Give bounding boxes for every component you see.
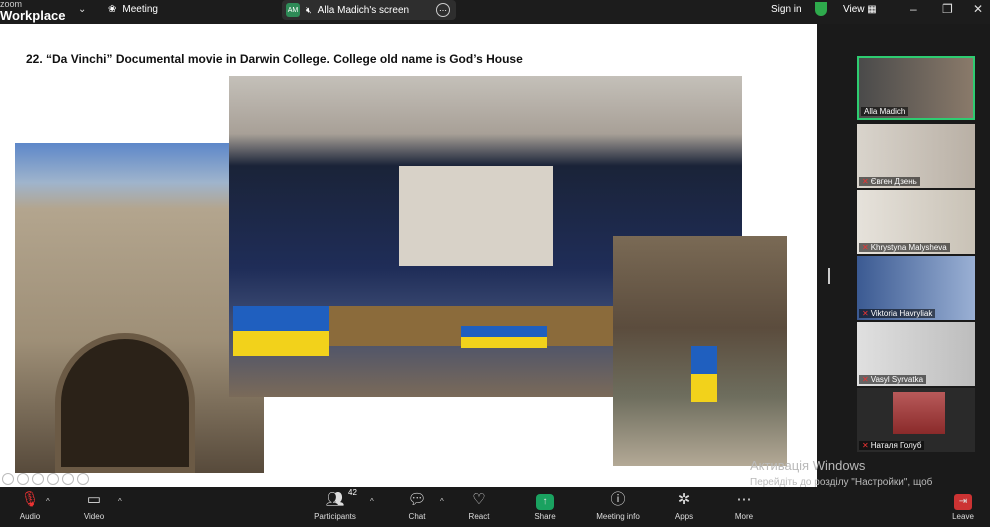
mic-muted-icon: ✕ [862,243,869,252]
participant-name: ✕ Євген Дзень [859,177,920,186]
mic-muted-icon: 🎙︎ [20,491,40,508]
chevron-up-icon[interactable]: ^ [46,497,50,506]
mic-muted-icon: ✕ [862,375,869,384]
info-icon: ⓘ [610,491,626,508]
avatar: AM [286,3,300,17]
top-bar: zoom Workplace ⌄ ❀ Meeting AM 🔇︎ Alla Ma… [0,0,990,24]
meeting-info-button[interactable]: ⓘ Meeting info [588,490,648,521]
participant-tile[interactable]: ✕ Євген Дзень [857,124,975,188]
meeting-toolbar: 🎙︎ Audio ^ ▭ Video ^ 👥︎ Participants 42 … [0,487,990,527]
more-button[interactable]: ⋯ More [714,490,774,521]
video-label: Video [83,512,105,521]
more-icon[interactable] [77,473,89,485]
screen-share-pill[interactable]: AM 🔇︎ Alla Madich's screen ⋯ [282,0,456,20]
meeting-info-label: Meeting info [596,512,640,521]
view-button[interactable]: View ▦ [843,4,877,15]
app-logo: zoom Workplace [0,0,66,22]
chevron-up-icon[interactable]: ^ [118,497,122,506]
ukraine-flag [233,306,329,356]
chat-icon: 💬︎ [407,491,427,508]
mic-muted-icon: ✕ [862,441,869,450]
minimize-icon[interactable]: – [910,2,917,16]
chat-button[interactable]: 💬︎ Chat [387,490,447,521]
grid-icon[interactable] [62,473,74,485]
participant-tile[interactable]: ✕ Khrystyna Malysheva [857,190,975,254]
apps-icon: ✲ [677,491,691,508]
audio-label: Audio [19,512,41,521]
grid-icon: ▦ [867,4,877,15]
participant-tile[interactable]: ✕ Viktoria Havryliak [857,256,975,320]
react-button[interactable]: ♡ React [449,490,509,521]
audio-button[interactable]: 🎙︎ Audio [0,490,60,521]
leave-icon: ⇥ [954,494,972,510]
mic-muted-icon: ✕ [862,177,869,186]
split-handle[interactable] [828,268,830,284]
participant-name: ✕ Наталя Голуб [859,441,925,450]
participant-tile[interactable]: ✕ Vasyl Syrvatka [857,322,975,386]
close-icon[interactable]: ✕ [973,2,983,16]
mute-icon: 🔇︎ [306,4,312,15]
more-icon: ⋯ [736,491,752,508]
apps-button[interactable]: ✲ Apps [654,490,714,521]
participant-name: ✕ Viktoria Havryliak [859,309,936,318]
maximize-icon[interactable]: ❐ [942,2,953,16]
more-label: More [734,512,754,521]
chevron-up-icon[interactable]: ^ [440,497,444,506]
chat-label: Chat [408,512,426,521]
zoom-icon[interactable] [47,473,59,485]
college-gate-photo [15,143,264,473]
mic-muted-icon: ✕ [862,309,869,318]
share-label: Alla Madich's screen [317,4,410,16]
view-label: View [843,4,865,15]
share-button[interactable]: ↑ Share [515,490,575,521]
react-label: React [468,512,490,521]
heart-icon: ♡ [472,491,486,508]
participant-tile[interactable]: Alla Madich [857,56,975,120]
chevron-down-icon[interactable]: ⌄ [78,4,86,15]
participant-name: ✕ Khrystyna Malysheva [859,243,950,252]
sign-in-link[interactable]: Sign in [771,4,802,15]
participant-name: ✕ Vasyl Syrvatka [859,375,927,384]
profile-photo [893,392,945,434]
participants-count: 42 [348,488,357,497]
next-slide-icon[interactable] [17,473,29,485]
participant-tile[interactable]: ✕ Наталя Голуб [857,388,975,452]
share-label: Share [534,512,556,521]
participant-name: Alla Madich [861,107,909,116]
apps-label: Apps [674,512,694,521]
projection-screen [399,166,553,266]
doorway-photo [613,236,787,466]
more-icon[interactable]: ⋯ [436,3,450,17]
leave-label: Leave [952,512,974,521]
gate-arch [55,333,195,473]
shared-screen: 22. “Da Vinchi” Documental movie in Darw… [0,24,817,487]
meeting-menu[interactable]: ❀ Meeting [108,4,158,15]
slide-title: 22. “Da Vinchi” Documental movie in Darw… [26,52,523,66]
video-camera-icon: ▭ [86,491,102,508]
chevron-up-icon[interactable]: ^ [370,497,374,506]
shield-icon[interactable] [815,2,827,16]
brand-big: Workplace [0,8,66,23]
participants-label: Participants [314,512,356,521]
prev-slide-icon[interactable] [2,473,14,485]
slide-controls[interactable] [2,473,89,485]
leave-button[interactable]: ⇥ Leave [933,490,990,521]
share-screen-icon: ↑ [536,494,554,510]
ukraine-flag-person [691,346,717,402]
video-button[interactable]: ▭ Video [64,490,124,521]
windows-activation-title: Активація Windows [750,458,866,473]
ukraine-flag-table [461,326,547,348]
pen-icon[interactable] [32,473,44,485]
meeting-label: Meeting [122,4,158,15]
paw-icon: ❀ [108,4,117,15]
